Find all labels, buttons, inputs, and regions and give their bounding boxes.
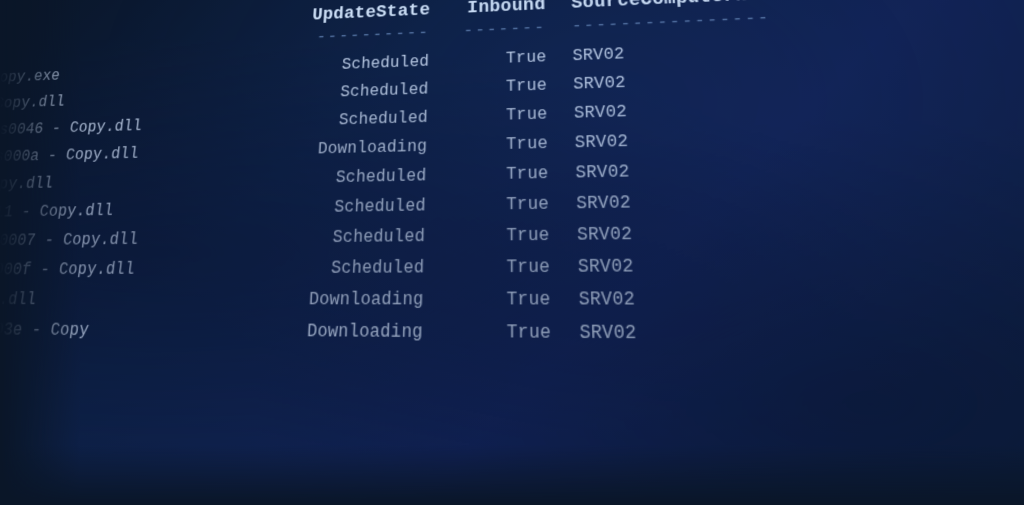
row-source: SRV02: [564, 160, 790, 182]
row-source: SRV02: [567, 256, 800, 276]
row-name: opy.exe: [0, 61, 254, 86]
row-inbound: True: [445, 323, 569, 343]
row-source: SRV02: [563, 99, 785, 122]
row-state: Scheduled: [253, 53, 449, 76]
row-name: ons000f - Copy.dll: [0, 260, 238, 278]
row-name: ons0007 - Copy.dll: [0, 230, 240, 249]
row-name: Copy.dll: [0, 171, 245, 192]
row-state: Scheduled: [241, 197, 447, 217]
row-state: Scheduled: [236, 259, 446, 278]
row-state: Scheduled: [251, 81, 449, 103]
row-source: SRV02: [568, 323, 807, 344]
row-name: Copy.dll: [0, 291, 235, 309]
row-inbound: True: [449, 77, 563, 97]
table-container: UpdateState Inbound SourceComputerName -…: [0, 0, 1024, 346]
header-update-state: UpdateState: [257, 1, 450, 27]
row-source: SRV02: [567, 290, 803, 309]
fade-bottom: [0, 445, 1024, 505]
row-source: SRV02: [563, 69, 782, 93]
row-state: Downloading: [246, 138, 448, 159]
divider-state: ----------: [255, 24, 449, 48]
divider-source: ----------------: [561, 10, 776, 35]
table-row: Copy.dll Downloading True SRV02: [0, 290, 1024, 310]
row-name: ns0046 - Copy.dll: [0, 115, 250, 138]
row-source: SRV02: [565, 191, 793, 212]
row-inbound: True: [445, 290, 568, 309]
content-wrap: UpdateState Inbound SourceComputerName -…: [0, 0, 1024, 362]
table-row: ons000f - Copy.dll Scheduled True SRV02: [0, 254, 1024, 278]
table-row: ons0007 - Copy.dll Scheduled True SRV02: [0, 220, 1024, 249]
row-name: ns000a - Copy.dll: [0, 143, 248, 165]
row-inbound: True: [449, 49, 562, 69]
table-row: 0011 - Copy.dll Scheduled True SRV02: [0, 187, 1024, 221]
row-name: ons003e - Copy: [0, 321, 233, 340]
terminal-window: UpdateState Inbound SourceComputerName -…: [0, 0, 1024, 505]
row-inbound: True: [447, 195, 566, 214]
row-state: Scheduled: [239, 228, 446, 248]
row-state: Scheduled: [249, 109, 449, 131]
row-state: Downloading: [231, 322, 445, 342]
row-name: Copy.dll: [0, 88, 252, 112]
row-source: SRV02: [562, 40, 779, 65]
row-inbound: True: [448, 106, 563, 126]
row-name: 0011 - Copy.dll: [0, 200, 243, 220]
row-source: SRV02: [564, 129, 788, 152]
header-inbound: Inbound: [450, 0, 561, 18]
row-source: SRV02: [566, 224, 797, 245]
divider-inbound: -------: [450, 19, 562, 39]
row-state: Scheduled: [244, 167, 448, 188]
row-inbound: True: [446, 258, 567, 277]
row-inbound: True: [446, 226, 566, 245]
row-state: Downloading: [234, 291, 446, 309]
table-row: ons003e - Copy Downloading True SRV02: [0, 321, 1024, 346]
row-inbound: True: [448, 135, 565, 155]
row-inbound: True: [447, 165, 565, 185]
